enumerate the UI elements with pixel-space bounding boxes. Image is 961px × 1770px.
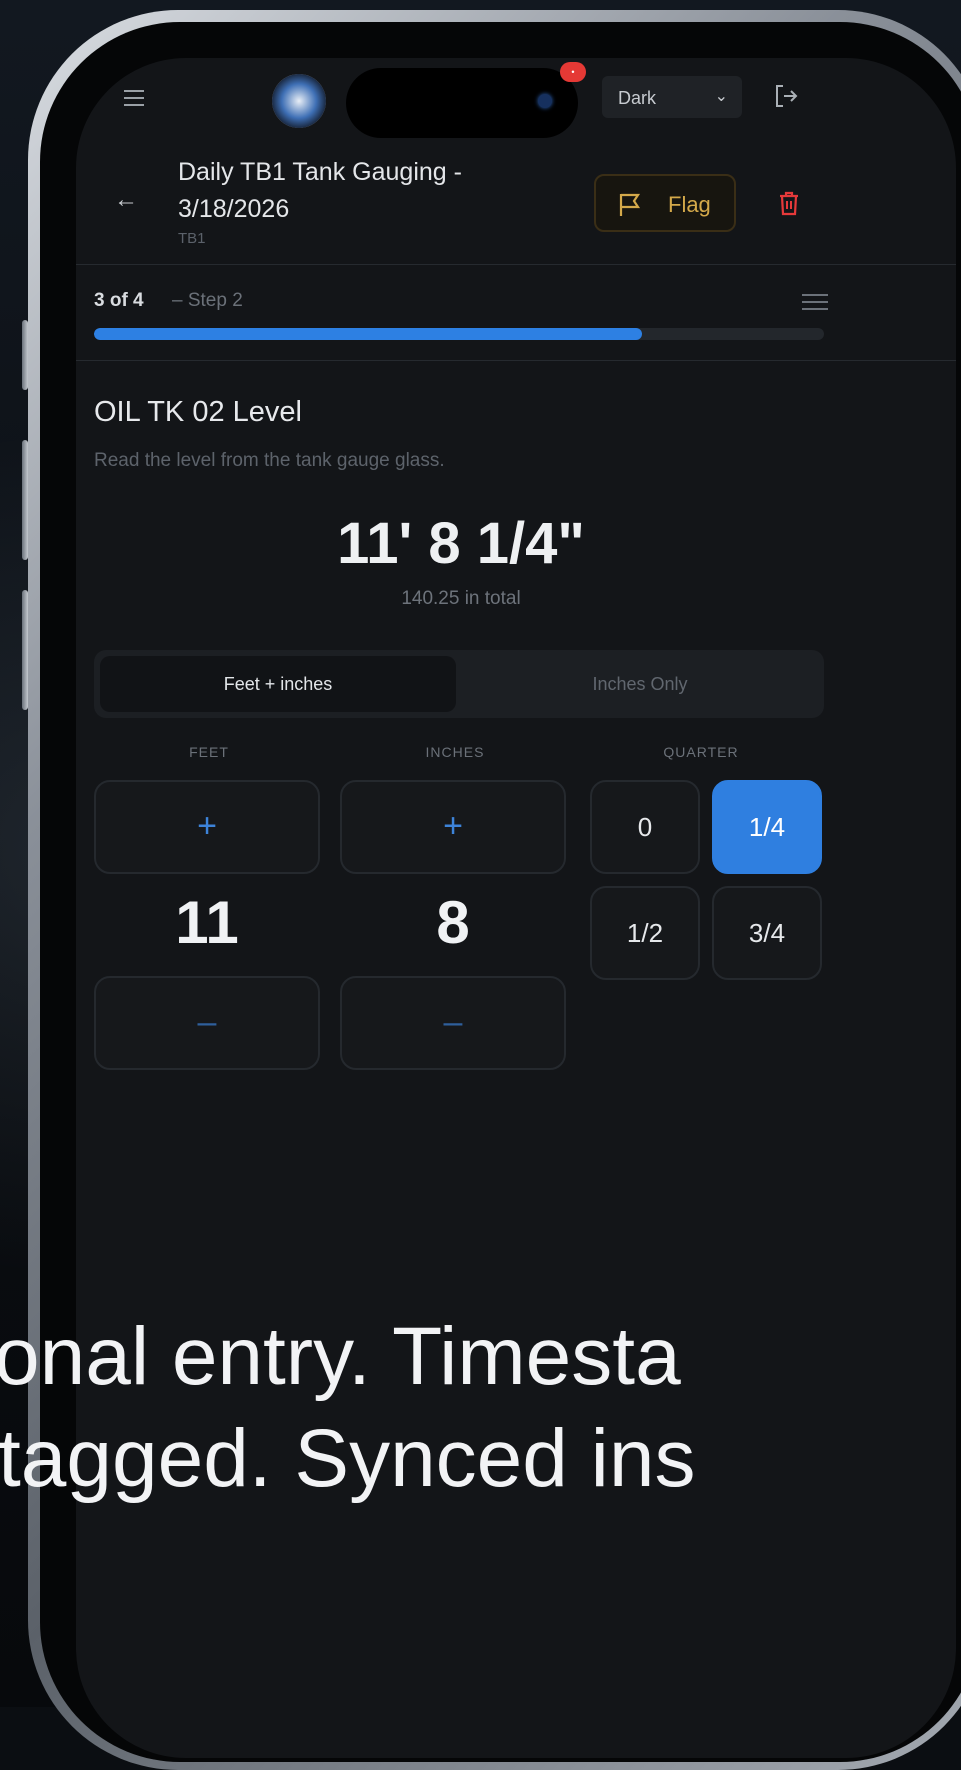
caption-line-2: tagged. Synced ins — [0, 1413, 696, 1504]
feet-increment-button[interactable]: + — [94, 780, 320, 874]
phone-side-button — [22, 440, 28, 560]
field-title: OIL TK 02 Level — [94, 396, 302, 428]
quarter-option-0[interactable]: 0 — [590, 780, 700, 874]
progress-fill — [94, 328, 642, 340]
chevron-down-icon: ⌄ — [714, 88, 728, 105]
back-arrow-icon[interactable]: ← — [114, 186, 138, 214]
top-bar: • Dark ⌄ — [76, 58, 956, 158]
camera-dot — [538, 94, 552, 108]
quarter-label: QUARTER — [663, 744, 739, 760]
mode-inches-only[interactable]: Inches Only — [462, 656, 818, 712]
page-title: Daily TB1 Tank Gauging - 3/18/2026 — [178, 158, 462, 223]
feet-decrement-button[interactable]: – — [94, 976, 320, 1070]
phone-side-button — [22, 590, 28, 710]
flag-button-label: Flag — [668, 192, 711, 217]
total-inches: 140.25 in total — [401, 588, 521, 609]
mode-feet-inches[interactable]: Feet + inches — [100, 656, 456, 712]
logout-icon[interactable] — [772, 82, 800, 110]
caption-line-1: onal entry. Timesta — [0, 1311, 681, 1402]
progress-divider — [76, 360, 956, 361]
quarter-option-1-2[interactable]: 1/2 — [590, 886, 700, 980]
step-label: – Step 2 — [172, 290, 243, 311]
theme-select-value: Dark — [618, 88, 657, 108]
feet-value: 11 — [175, 889, 239, 956]
hamburger-icon[interactable] — [124, 90, 144, 106]
progress-bar — [94, 328, 824, 340]
quarter-option-1-4[interactable]: 1/4 — [712, 780, 822, 874]
header-divider — [76, 264, 956, 265]
theme-select[interactable]: Dark ⌄ — [602, 76, 742, 118]
notification-badge[interactable]: • — [560, 62, 586, 82]
phone-side-button — [22, 320, 28, 390]
quarter-option-3-4[interactable]: 3/4 — [712, 886, 822, 980]
page-subtitle: TB1 — [178, 230, 206, 247]
inches-value: 8 — [436, 889, 470, 956]
flag-icon — [619, 193, 641, 216]
inches-increment-button[interactable]: + — [340, 780, 566, 874]
unit-mode-toggle: Feet + inches Inches Only — [94, 650, 824, 718]
measurement-value: 11' 8 1/4" — [337, 511, 585, 576]
inches-label: INCHES — [425, 744, 485, 760]
field-description: Read the level from the tank gauge glass… — [94, 450, 445, 471]
app-logo — [272, 74, 326, 128]
flag-button[interactable]: Flag — [594, 174, 736, 232]
list-icon[interactable] — [802, 294, 828, 312]
feet-label: FEET — [189, 744, 229, 760]
inches-decrement-button[interactable]: – — [340, 976, 566, 1070]
step-count: 3 of 4 — [94, 290, 144, 311]
trash-icon[interactable] — [778, 190, 800, 216]
